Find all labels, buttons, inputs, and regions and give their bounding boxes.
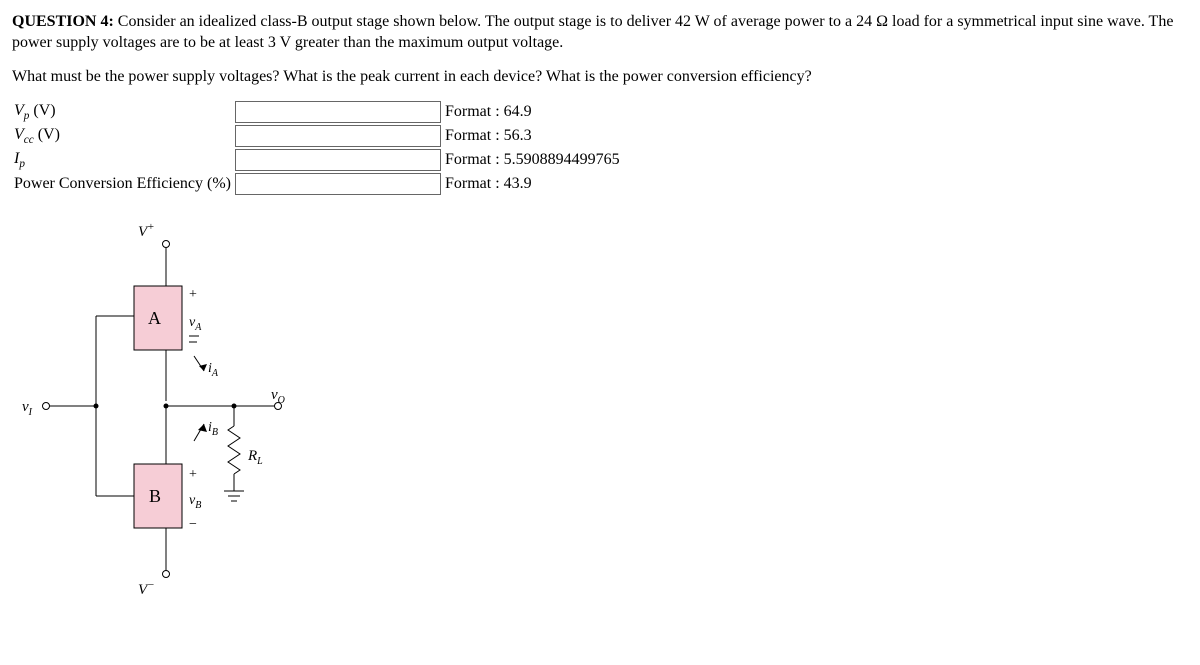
input-cell bbox=[233, 172, 443, 196]
input-cell bbox=[233, 100, 443, 124]
vb-label: vB bbox=[189, 493, 201, 511]
block-a-label: A bbox=[148, 308, 161, 328]
row-label-vcc: Vcc (V) bbox=[12, 124, 233, 148]
table-row: Vcc (V) Format : 56.3 bbox=[12, 124, 622, 148]
question-text: Consider an idealized class-B output sta… bbox=[12, 13, 1173, 51]
format-vcc: Format : 56.3 bbox=[443, 124, 622, 148]
ip-input[interactable] bbox=[235, 149, 441, 171]
format-eff: Format : 43.9 bbox=[443, 172, 622, 196]
vminus-terminal-icon bbox=[163, 570, 170, 577]
vplus-terminal-icon bbox=[163, 240, 170, 247]
format-ip: Format : 5.5908894499765 bbox=[443, 148, 622, 172]
minus-b: − bbox=[189, 517, 197, 532]
ia-label: iA bbox=[208, 361, 219, 379]
vp-input[interactable] bbox=[235, 101, 441, 123]
resistor-icon bbox=[228, 426, 240, 474]
plus-b: + bbox=[189, 467, 197, 482]
rl-label: RL bbox=[247, 448, 263, 467]
question-sub: What must be the power supply voltages? … bbox=[12, 68, 1188, 86]
format-vp: Format : 64.9 bbox=[443, 100, 622, 124]
input-cell bbox=[233, 148, 443, 172]
vo-label: vO bbox=[271, 387, 285, 406]
node-icon bbox=[94, 403, 99, 408]
block-b-label: B bbox=[149, 486, 161, 506]
table-row: Ip Format : 5.5908894499765 bbox=[12, 148, 622, 172]
input-cell bbox=[233, 124, 443, 148]
question-intro: QUESTION 4: Consider an idealized class-… bbox=[12, 12, 1188, 54]
va-label: vA bbox=[189, 315, 202, 333]
table-row: Power Conversion Efficiency (%) Format :… bbox=[12, 172, 622, 196]
row-label-eff: Power Conversion Efficiency (%) bbox=[12, 172, 233, 196]
row-label-ip: Ip bbox=[12, 148, 233, 172]
vplus-label: V+ bbox=[138, 221, 155, 240]
answer-table: Vp (V) Format : 64.9 Vcc (V) Format : 56… bbox=[12, 100, 622, 196]
arrow-ib-icon bbox=[198, 424, 207, 432]
vminus-label: V− bbox=[138, 579, 155, 598]
eff-input[interactable] bbox=[235, 173, 441, 195]
vi-terminal-icon bbox=[43, 402, 50, 409]
row-label-vp: Vp (V) bbox=[12, 100, 233, 124]
circuit-diagram: V+ A + vA iA vI vO iB RL B + vB − V− bbox=[16, 216, 1188, 621]
vcc-input[interactable] bbox=[235, 125, 441, 147]
vi-label: vI bbox=[22, 399, 33, 418]
ib-label: iB bbox=[208, 420, 218, 438]
plus-a: + bbox=[189, 287, 197, 302]
table-row: Vp (V) Format : 64.9 bbox=[12, 100, 622, 124]
question-label: QUESTION 4: bbox=[12, 13, 114, 30]
